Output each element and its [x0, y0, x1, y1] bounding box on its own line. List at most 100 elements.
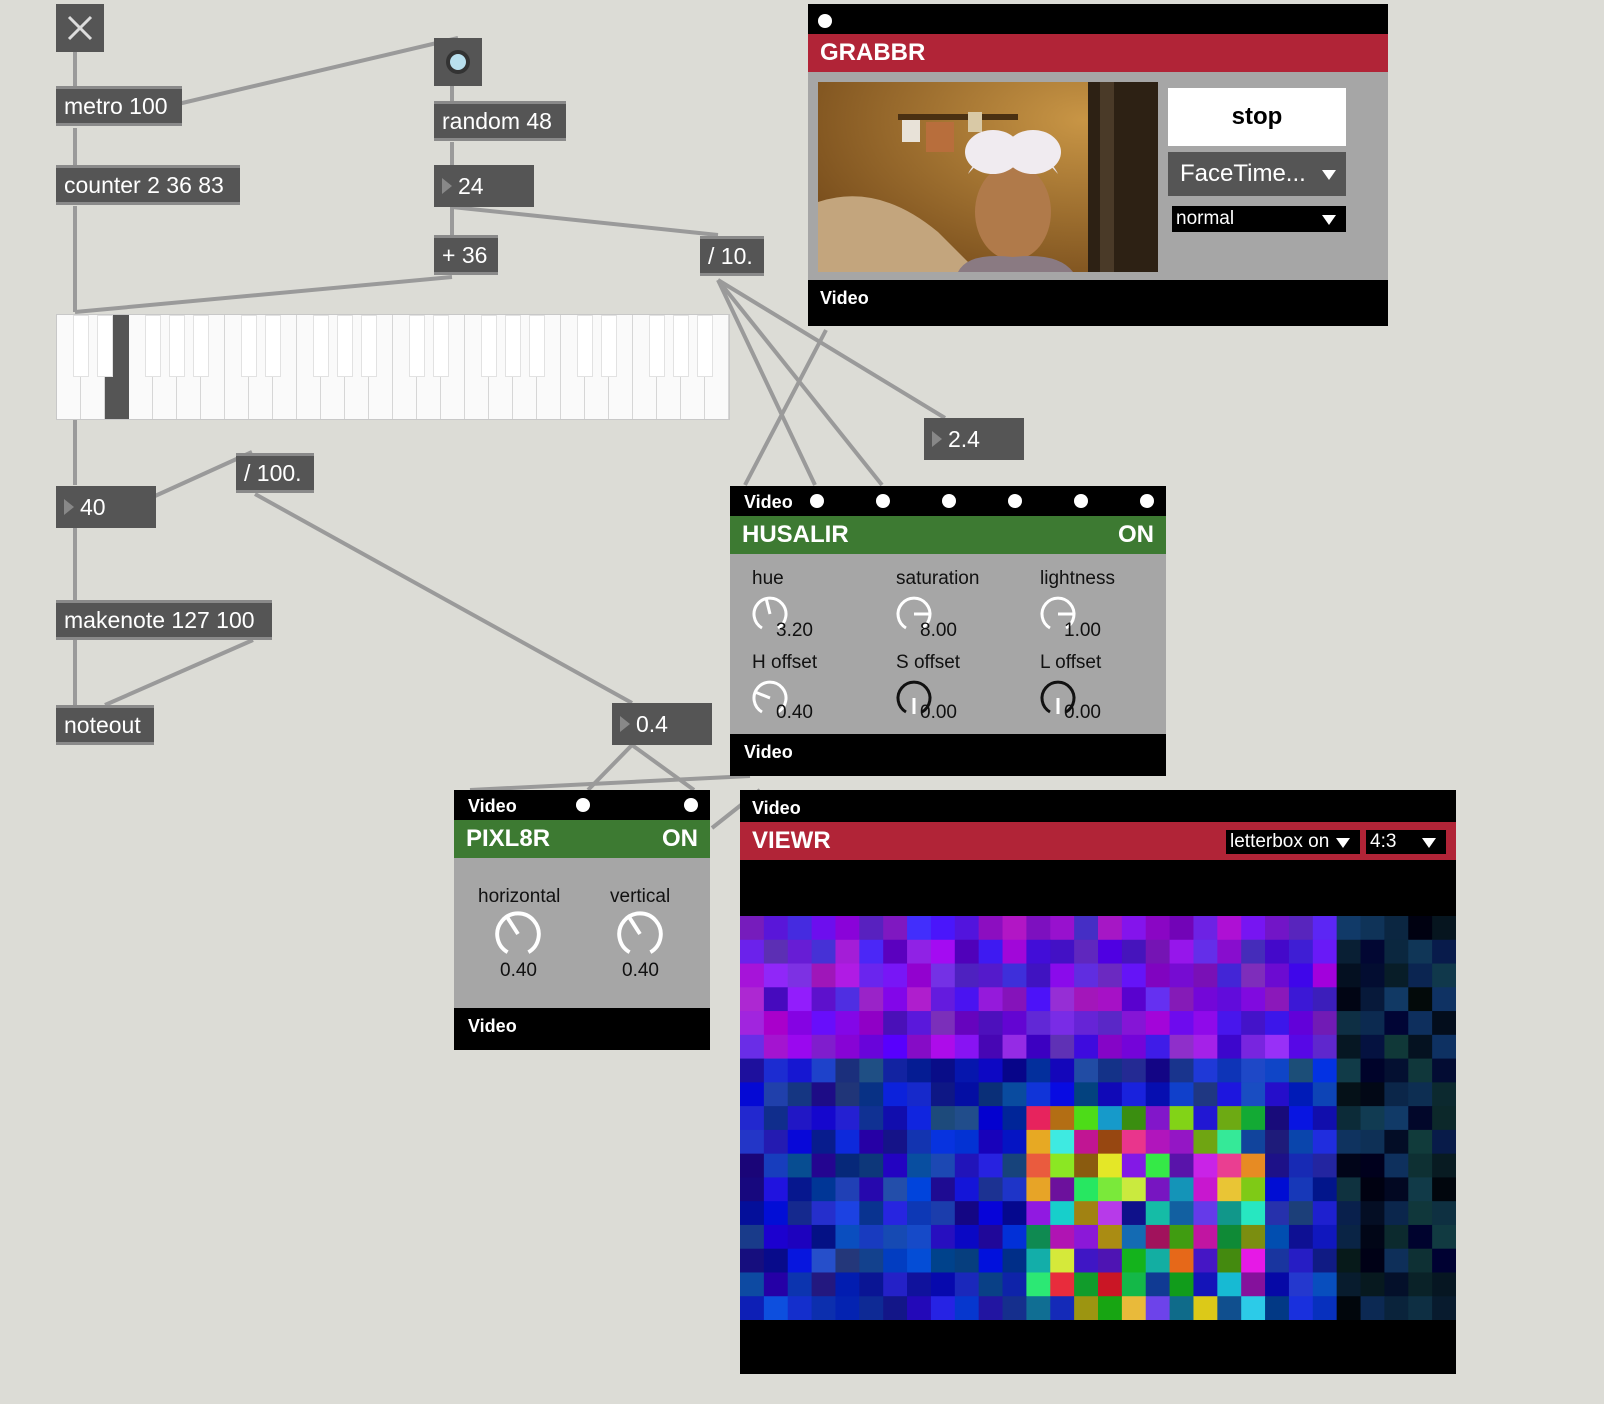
letterbox-dropdown[interactable]: letterbox on [1226, 830, 1360, 854]
number-box-note[interactable]: 40 [56, 486, 156, 528]
stop-button[interactable]: stop [1168, 88, 1346, 146]
video-pixel [1360, 1058, 1385, 1083]
video-pixel [1002, 1248, 1027, 1273]
black-key[interactable] [337, 315, 353, 377]
metro-object[interactable]: metro 100 [56, 86, 182, 126]
black-key[interactable] [241, 315, 257, 377]
video-pixel [1098, 1011, 1123, 1036]
black-key[interactable] [577, 315, 593, 377]
knob-value-hue: 3.20 [776, 620, 813, 641]
video-pixel [787, 963, 813, 988]
husalir-inlet-3[interactable] [942, 494, 956, 508]
black-key[interactable] [601, 315, 617, 377]
horizontal-knob[interactable] [492, 908, 544, 960]
video-pixel [835, 1248, 860, 1273]
husalir-inlet-6[interactable] [1140, 494, 1154, 508]
video-pixel [835, 1201, 860, 1226]
black-key[interactable] [313, 315, 329, 377]
device-dropdown[interactable]: FaceTime... [1168, 152, 1346, 196]
pixl8r-inlet-1[interactable] [576, 798, 590, 812]
black-key[interactable] [673, 315, 689, 377]
aspect-dropdown[interactable]: 4:3 [1366, 830, 1446, 854]
black-key[interactable] [193, 315, 209, 377]
husalir-state[interactable]: ON [1118, 516, 1154, 554]
vertical-knob[interactable] [614, 908, 666, 960]
video-pixel [787, 1034, 813, 1060]
video-pixel [1432, 1106, 1456, 1131]
video-pixel [1169, 963, 1194, 988]
pixl8r-state[interactable]: ON [662, 820, 698, 858]
video-pixel [907, 1224, 932, 1250]
video-pixel [907, 1058, 932, 1083]
video-pixel [1145, 1058, 1171, 1083]
video-pixel [1050, 1034, 1075, 1060]
makenote-object[interactable]: makenote 127 100 [56, 600, 272, 640]
video-pixel [1384, 1177, 1409, 1202]
black-key[interactable] [433, 315, 449, 377]
video-pixel [1432, 1248, 1456, 1273]
video-pixel [978, 1201, 1004, 1226]
black-key[interactable] [145, 315, 161, 377]
black-key[interactable] [265, 315, 281, 377]
div10-object[interactable]: / 10. [700, 236, 764, 276]
video-pixel [1002, 916, 1027, 941]
video-pixel [1121, 987, 1147, 1012]
black-key[interactable] [505, 315, 521, 377]
number-box-div100[interactable]: 0.4 [612, 703, 712, 745]
black-key[interactable] [97, 315, 113, 377]
husalir-inlet-4[interactable] [1008, 494, 1022, 508]
mode-dropdown[interactable]: normal [1172, 206, 1346, 232]
number-box-div10[interactable]: 2.4 [924, 418, 1024, 460]
video-pixel [1408, 1034, 1433, 1060]
keyboard-slider[interactable] [56, 314, 730, 420]
video-pixel [787, 939, 813, 965]
husalir-inlet-5[interactable] [1074, 494, 1088, 508]
video-pixel [1098, 1129, 1123, 1155]
video-pixel [1312, 1082, 1338, 1107]
video-pixel [954, 916, 980, 941]
black-key[interactable] [169, 315, 185, 377]
video-pixel [978, 987, 1004, 1012]
grabbr-inlet[interactable] [818, 14, 832, 28]
black-key[interactable] [697, 315, 713, 377]
video-pixel [1384, 1058, 1409, 1083]
black-key[interactable] [529, 315, 545, 377]
number-value: 40 [80, 494, 106, 520]
toggle[interactable] [56, 4, 104, 52]
random-object[interactable]: random 48 [434, 101, 566, 141]
video-pixel [835, 1272, 860, 1297]
video-pixel [1121, 1272, 1147, 1297]
video-pixel [859, 987, 884, 1012]
video-pixel [1265, 1296, 1290, 1320]
pixl8r-inlet-2[interactable] [684, 798, 698, 812]
black-key[interactable] [649, 315, 665, 377]
noteout-object[interactable]: noteout [56, 705, 154, 745]
video-pixel [1026, 987, 1051, 1012]
number-box-random[interactable]: 24 [434, 165, 534, 207]
video-pixel [1312, 1177, 1338, 1202]
video-pixel [1145, 1177, 1171, 1202]
video-pixel [883, 1177, 908, 1202]
video-pixel [1050, 1224, 1075, 1250]
video-pixel [1193, 987, 1218, 1012]
video-pixel [1336, 1058, 1362, 1083]
video-pixel [1002, 1224, 1027, 1250]
video-pixel [835, 987, 860, 1012]
black-key[interactable] [409, 315, 425, 377]
counter-object[interactable]: counter 2 36 83 [56, 165, 240, 205]
video-pixel [859, 939, 884, 965]
video-pixel [1336, 1201, 1362, 1226]
div100-object[interactable]: / 100. [236, 453, 314, 493]
black-key[interactable] [73, 315, 89, 377]
bang-button[interactable] [434, 38, 482, 86]
plus-object[interactable]: + 36 [434, 235, 498, 275]
black-key[interactable] [361, 315, 377, 377]
video-pixel [954, 963, 980, 988]
husalir-inlet-1[interactable] [810, 494, 824, 508]
video-pixel [1050, 939, 1075, 965]
video-pixel [859, 1034, 884, 1060]
viewr-module: Video VIEWR letterbox on 4:3 [740, 790, 1456, 1374]
knob-label-lightness: lightness [1040, 568, 1115, 589]
black-key[interactable] [481, 315, 497, 377]
husalir-inlet-2[interactable] [876, 494, 890, 508]
